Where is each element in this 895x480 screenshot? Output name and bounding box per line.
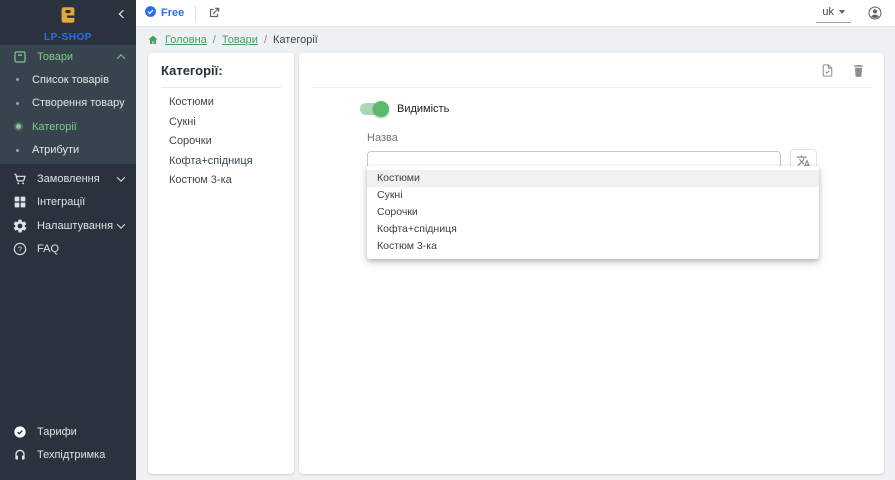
sidebar-item-label: Інтеграції <box>37 196 85 208</box>
sidebar-item-categories[interactable]: Категорії <box>0 115 136 139</box>
sidebar-item-label: Товари <box>37 51 73 63</box>
sidebar-item-products[interactable]: Товари <box>0 45 136 68</box>
sidebar-item-attributes[interactable]: Атрибути <box>0 139 136 163</box>
category-list: Костюми Сукні Сорочки Кофта+спідниця Кос… <box>161 92 281 190</box>
bullet-icon <box>16 102 19 105</box>
verified-check-icon <box>144 5 157 21</box>
sidebar-item-product-create[interactable]: Створення товару <box>0 92 136 116</box>
svg-text:?: ? <box>18 245 22 254</box>
chevron-down-icon <box>117 173 125 181</box>
name-label: Назва <box>367 132 884 144</box>
breadcrumb: Головна / Товари / Категорії <box>136 27 895 46</box>
sidebar-item-faq[interactable]: ? FAQ <box>0 238 136 262</box>
categories-panel-title: Категорії: <box>161 63 281 78</box>
bullet-icon <box>16 149 19 152</box>
dropdown-option[interactable]: Сукні <box>367 187 819 204</box>
sidebar-item-label: FAQ <box>37 243 59 255</box>
category-editor-panel: Видимість Назва Батьківська категорія Ко… <box>299 53 884 474</box>
sidebar-bottom-nav: Тарифи Техпідтримка <box>0 420 136 480</box>
sidebar-subitem-label: Список товарів <box>32 74 109 86</box>
category-list-item[interactable]: Костюми <box>161 92 281 112</box>
account-icon[interactable] <box>867 5 883 21</box>
divider <box>195 5 196 21</box>
plan-label: Free <box>161 7 184 19</box>
categories-panel: Категорії: Костюми Сукні Сорочки Кофта+с… <box>148 53 294 474</box>
category-form: Назва Батьківська категорія Костюми Сукн… <box>367 132 884 206</box>
bullet-icon <box>16 78 19 81</box>
plan-badge[interactable]: Free <box>144 5 184 21</box>
dropdown-option[interactable]: Костюми <box>367 170 819 187</box>
breadcrumb-separator: / <box>213 34 216 46</box>
logo[interactable]: LP-SHOP <box>0 0 136 45</box>
sidebar-item-tariffs[interactable]: Тарифи <box>0 420 136 443</box>
breadcrumb-products-link[interactable]: Товари <box>222 34 258 46</box>
sidebar-item-label: Налаштування <box>37 220 113 232</box>
language-code: uk <box>822 6 834 18</box>
breadcrumb-home-link[interactable]: Головна <box>165 34 207 46</box>
shop-bag-icon <box>57 4 79 31</box>
chevron-up-icon <box>117 54 125 62</box>
category-list-item[interactable]: Сукні <box>161 112 281 132</box>
headset-icon <box>12 447 28 463</box>
help-icon: ? <box>12 241 28 257</box>
sidebar-lower-nav: Замовлення Інтеграції Налаштування ? FAQ <box>0 167 136 261</box>
sidebar-item-settings[interactable]: Налаштування <box>0 214 136 238</box>
language-select[interactable]: uk <box>816 4 851 23</box>
dropdown-option[interactable]: Сорочки <box>367 204 819 221</box>
toggle-thumb <box>373 101 389 117</box>
visibility-label: Видимість <box>397 103 449 115</box>
sidebar-item-label: Тарифи <box>37 426 77 438</box>
sidebar-subitem-label: Категорії <box>32 121 77 133</box>
sidebar-item-label: Техпідтримка <box>37 449 105 461</box>
visibility-toggle[interactable] <box>360 103 387 115</box>
check-circle-icon <box>12 424 28 440</box>
main-content: Головна / Товари / Категорії Категорії: … <box>136 27 895 480</box>
sidebar-subitem-label: Створення товару <box>32 97 125 109</box>
cart-icon <box>12 171 28 187</box>
sidebar-subitem-label: Атрибути <box>32 144 79 156</box>
sidebar-collapse-icon[interactable] <box>120 4 126 22</box>
sidebar-item-label: Замовлення <box>37 173 100 185</box>
breadcrumb-current: Категорії <box>273 34 318 46</box>
visibility-toggle-row: Видимість <box>360 103 884 115</box>
dropdown-option[interactable]: Кофта+спідниця <box>367 221 819 238</box>
logo-text: LP-SHOP <box>44 32 92 43</box>
category-list-item[interactable]: Кофта+спідниця <box>161 151 281 171</box>
sidebar-item-orders[interactable]: Замовлення <box>0 167 136 191</box>
divider <box>161 87 281 88</box>
sidebar-item-support[interactable]: Техпідтримка <box>0 443 136 466</box>
parent-category-dropdown: Костюми Сукні Сорочки Кофта+спідниця Кос… <box>367 166 819 259</box>
trash-icon[interactable] <box>851 63 866 78</box>
sidebar-group-products: Товари Список товарів Створення товару К… <box>0 45 136 164</box>
breadcrumb-separator: / <box>264 34 267 46</box>
sidebar-item-integrations[interactable]: Інтеграції <box>0 191 136 215</box>
chevron-down-icon <box>117 220 125 228</box>
topbar: Free uk <box>136 0 895 27</box>
products-box-icon <box>12 49 28 65</box>
save-document-icon[interactable] <box>820 63 835 78</box>
sidebar-item-product-list[interactable]: Список товарів <box>0 68 136 92</box>
open-storefront-icon[interactable] <box>207 6 221 20</box>
home-icon[interactable] <box>147 34 159 46</box>
editor-actions <box>299 53 884 85</box>
widgets-icon <box>12 194 28 210</box>
sidebar: LP-SHOP Товари Список товарів Створення … <box>0 0 136 480</box>
gear-icon <box>12 218 28 234</box>
active-bullet-icon <box>16 124 21 129</box>
divider <box>312 87 871 88</box>
category-list-item[interactable]: Сорочки <box>161 131 281 151</box>
chevron-down-icon <box>839 10 845 14</box>
dropdown-option[interactable]: Костюм 3-ка <box>367 238 819 255</box>
category-list-item[interactable]: Костюм 3-ка <box>161 170 281 190</box>
